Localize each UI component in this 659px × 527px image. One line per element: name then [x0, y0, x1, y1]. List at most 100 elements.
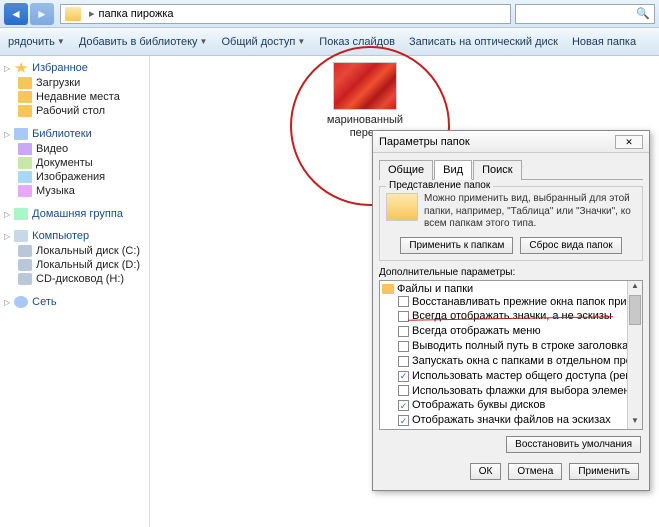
- scroll-up-icon[interactable]: ▲: [628, 281, 642, 294]
- sidebar-head-homegroup[interactable]: ▷Домашняя группа: [4, 208, 145, 220]
- checkbox[interactable]: ✓: [398, 400, 409, 411]
- video-icon: [18, 143, 32, 155]
- ok-button[interactable]: ОК: [470, 463, 502, 480]
- group-title-view: Представление папок: [386, 180, 493, 191]
- tree-item-label: Использовать флажки для выбора элементов: [412, 384, 643, 399]
- restore-defaults-button[interactable]: Восстановить умолчания: [506, 436, 641, 453]
- picture-icon: [18, 171, 32, 183]
- folder-icon: [65, 7, 81, 21]
- sidebar-item-music[interactable]: Музыка: [4, 184, 145, 198]
- sidebar-head-favorites[interactable]: ▷Избранное: [4, 62, 145, 74]
- apply-to-folders-button[interactable]: Применить к папкам: [400, 237, 513, 254]
- folder-view-desc: Можно применить вид, выбранный для этой …: [424, 193, 636, 231]
- tree-root[interactable]: Файлы и папки: [382, 283, 640, 295]
- tree-item[interactable]: Выводить полный путь в строке заголовка …: [382, 339, 640, 354]
- music-icon: [18, 185, 32, 197]
- checkbox[interactable]: [398, 356, 409, 367]
- sidebar-item-cd[interactable]: CD-дисковод (H:): [4, 272, 145, 286]
- toolbar-organize[interactable]: рядочить▼: [8, 36, 65, 48]
- folder-preview-icon: [386, 193, 418, 221]
- folder-icon: [18, 91, 32, 103]
- toolbar-burn[interactable]: Записать на оптический диск: [409, 36, 558, 48]
- dialog-title: Параметры папок: [379, 136, 470, 148]
- tab-view[interactable]: Вид: [434, 160, 472, 180]
- cd-icon: [18, 273, 32, 285]
- tree-item[interactable]: Всегда отображать меню: [382, 324, 640, 339]
- sidebar-head-network[interactable]: ▷Сеть: [4, 296, 145, 308]
- folder-icon: [382, 284, 394, 294]
- toolbar-slideshow[interactable]: Показ слайдов: [319, 36, 395, 48]
- folder-icon: [18, 77, 32, 89]
- disk-icon: [18, 259, 32, 271]
- sidebar-head-computer[interactable]: ▷Компьютер: [4, 230, 145, 242]
- checkbox[interactable]: [398, 296, 409, 307]
- toolbar: рядочить▼ Добавить в библиотеку▼ Общий д…: [0, 28, 659, 56]
- file-thumbnail: [333, 62, 397, 110]
- toolbar-share[interactable]: Общий доступ▼: [221, 36, 305, 48]
- tree-item[interactable]: ✓Отображать обработчики просмотра в пане…: [382, 428, 640, 429]
- tree-item[interactable]: Всегда отображать значки, а не эскизы: [382, 309, 640, 324]
- dialog-titlebar[interactable]: Параметры папок ✕: [373, 131, 649, 153]
- tree-item-label: Всегда отображать значки, а не эскизы: [412, 309, 612, 324]
- network-icon: [14, 296, 28, 308]
- file-item[interactable]: маринованный перец: [320, 62, 410, 140]
- nav-forward-button[interactable]: ►: [30, 3, 54, 25]
- tree-item-label: Использовать мастер общего доступа (реко…: [412, 369, 643, 384]
- tab-general[interactable]: Общие: [379, 160, 433, 180]
- tree-item[interactable]: Использовать флажки для выбора элементов: [382, 384, 640, 399]
- advanced-label: Дополнительные параметры:: [379, 267, 643, 278]
- sidebar-head-libraries[interactable]: ▷Библиотеки: [4, 128, 145, 140]
- disk-icon: [18, 245, 32, 257]
- chevron-down-icon: ▼: [57, 37, 65, 46]
- sidebar-item-disk-d[interactable]: Локальный диск (D:): [4, 258, 145, 272]
- sidebar-item-documents[interactable]: Документы: [4, 156, 145, 170]
- tree-scrollbar[interactable]: ▲ ▼: [627, 281, 642, 429]
- nav-back-button[interactable]: ◄: [4, 3, 28, 25]
- computer-icon: [14, 230, 28, 242]
- tree-item-label: Отображать обработчики просмотра в панел…: [412, 428, 643, 429]
- reset-folders-button[interactable]: Сброс вида папок: [520, 237, 621, 254]
- checkbox[interactable]: [398, 311, 409, 322]
- tree-item[interactable]: ✓Отображать буквы дисков: [382, 398, 640, 413]
- sidebar-item-desktop[interactable]: Рабочий стол: [4, 104, 145, 118]
- folder-view-group: Представление папок Можно применить вид,…: [379, 186, 643, 261]
- tree-item[interactable]: Запускать окна с папками в отдельном про…: [382, 354, 640, 369]
- sidebar-item-recent[interactable]: Недавние места: [4, 90, 145, 104]
- sidebar-item-downloads[interactable]: Загрузки: [4, 76, 145, 90]
- chevron-down-icon: ▼: [200, 37, 208, 46]
- checkbox[interactable]: [398, 341, 409, 352]
- tree-item[interactable]: ✓Использовать мастер общего доступа (рек…: [382, 369, 640, 384]
- toolbar-addlib[interactable]: Добавить в библиотеку▼: [79, 36, 208, 48]
- checkbox[interactable]: [398, 326, 409, 337]
- star-icon: [14, 62, 28, 74]
- sidebar-item-pictures[interactable]: Изображения: [4, 170, 145, 184]
- checkbox[interactable]: ✓: [398, 371, 409, 382]
- sidebar-item-disk-c[interactable]: Локальный диск (C:): [4, 244, 145, 258]
- address-bar[interactable]: ▸ папка пирожка: [60, 4, 511, 24]
- search-box[interactable]: 🔍: [515, 4, 655, 24]
- folder-options-dialog: Параметры папок ✕ Общие Вид Поиск Предст…: [372, 130, 650, 491]
- tab-search[interactable]: Поиск: [473, 160, 521, 180]
- toolbar-newfolder[interactable]: Новая папка: [572, 36, 636, 48]
- apply-button[interactable]: Применить: [569, 463, 639, 480]
- scroll-down-icon[interactable]: ▼: [628, 416, 642, 429]
- tree-item-label: Всегда отображать меню: [412, 324, 541, 339]
- document-icon: [18, 157, 32, 169]
- tree-item-label: Выводить полный путь в строке заголовка …: [412, 339, 643, 354]
- search-icon: 🔍: [636, 7, 650, 20]
- dialog-close-button[interactable]: ✕: [615, 135, 643, 149]
- breadcrumb-separator: ▸: [89, 7, 95, 20]
- tree-item[interactable]: Восстанавливать прежние окна папок при в…: [382, 295, 640, 310]
- sidebar-item-video[interactable]: Видео: [4, 142, 145, 156]
- checkbox[interactable]: ✓: [398, 415, 409, 426]
- sidebar: ▷Избранное Загрузки Недавние места Рабоч…: [0, 56, 150, 527]
- scroll-thumb[interactable]: [629, 295, 641, 325]
- checkbox[interactable]: [398, 385, 409, 396]
- advanced-tree[interactable]: Файлы и папки Восстанавливать прежние ок…: [379, 280, 643, 430]
- folder-icon: [18, 105, 32, 117]
- breadcrumb-folder[interactable]: папка пирожка: [99, 8, 174, 20]
- tree-item-label: Отображать буквы дисков: [412, 398, 545, 413]
- tree-item-label: Восстанавливать прежние окна папок при в…: [412, 295, 643, 310]
- cancel-button[interactable]: Отмена: [508, 463, 562, 480]
- tree-item[interactable]: ✓Отображать значки файлов на эскизах: [382, 413, 640, 428]
